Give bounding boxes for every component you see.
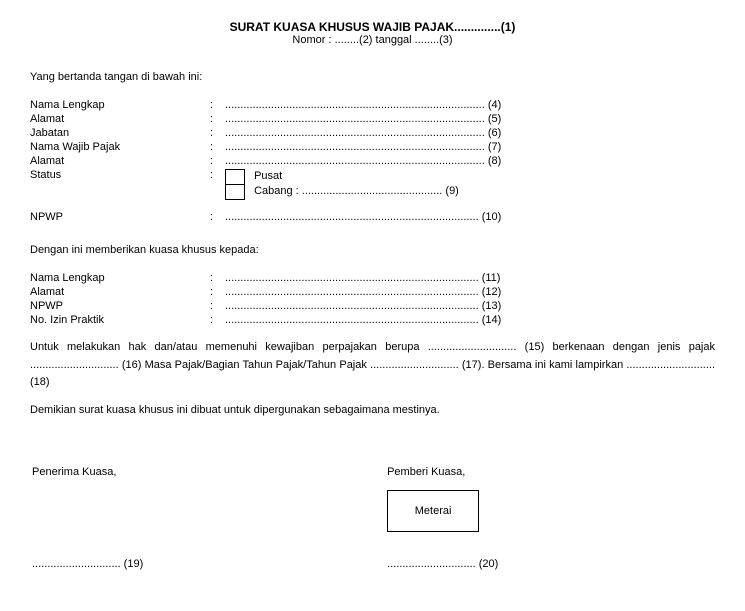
grantor-field-row: Nama Wajib Pajak:.......................… (30, 140, 715, 154)
grantee-field-value: ........................................… (225, 299, 715, 313)
grantee-field-value: ........................................… (225, 271, 715, 285)
grantee-field-row: NPWP:...................................… (30, 299, 715, 313)
checkbox-pusat[interactable] (225, 169, 245, 185)
grantor-field-label: Alamat (30, 154, 210, 168)
giver-title: Pemberi Kuasa, (387, 466, 713, 478)
grantee-field-row: Alamat:.................................… (30, 285, 715, 299)
grantor-field-value: ........................................… (225, 98, 715, 112)
grantor-field-value: ........................................… (225, 140, 715, 154)
grantor-field-row: Jabatan:................................… (30, 126, 715, 140)
grantee-fields-table: Nama Lengkap:...........................… (30, 271, 715, 327)
grantor-fields-table: Nama Lengkap:...........................… (30, 98, 715, 224)
grantor-field-row: Alamat:.................................… (30, 112, 715, 126)
intro-text: Yang bertanda tangan di bawah ini: (30, 71, 715, 83)
grantee-field-label: Nama Lengkap (30, 271, 210, 285)
status-pusat-label: Pusat (254, 169, 459, 184)
grantor-field-value: ........................................… (225, 126, 715, 140)
grantor-field-value: ........................................… (225, 154, 715, 168)
receiver-title: Penerima Kuasa, (32, 466, 385, 478)
grantor-field-label: Jabatan (30, 126, 210, 140)
receiver-signature-line: ............................. (19) (32, 558, 385, 570)
grantee-field-row: No. Izin Praktik:.......................… (30, 313, 715, 327)
giver-signature-line: ............................. (20) (387, 558, 713, 570)
npwp-value: ........................................… (225, 210, 715, 224)
grantor-field-row: Nama Lengkap:...........................… (30, 98, 715, 112)
status-checkbox-stack (225, 169, 245, 199)
grantor-field-row: Alamat:.................................… (30, 154, 715, 168)
grantor-field-label: Nama Wajib Pajak (30, 140, 210, 154)
grantor-field-label: Alamat (30, 112, 210, 126)
meterai-box: Meterai (387, 490, 479, 532)
grantor-field-value: ........................................… (225, 112, 715, 126)
signature-block: Penerima Kuasa, Pemberi Kuasa, Meterai .… (30, 464, 715, 572)
grantee-field-row: Nama Lengkap:...........................… (30, 271, 715, 285)
title-block: SURAT KUASA KHUSUS WAJIB PAJAK..........… (30, 20, 715, 46)
grantee-field-label: Alamat (30, 285, 210, 299)
status-label: Status (30, 168, 210, 200)
body-paragraph: Untuk melakukan hak dan/atau memenuhi ke… (30, 339, 715, 392)
grantee-field-value: ........................................… (225, 313, 715, 327)
grant-text: Dengan ini memberikan kuasa khusus kepad… (30, 244, 715, 256)
status-row: Status : Pusat Cabang : ................… (30, 168, 715, 200)
grantee-field-label: No. Izin Praktik (30, 313, 210, 327)
closing-text: Demikian surat kuasa khusus ini dibuat u… (30, 402, 715, 420)
grantee-field-label: NPWP (30, 299, 210, 313)
grantee-field-value: ........................................… (225, 285, 715, 299)
npwp-label: NPWP (30, 210, 210, 224)
grantor-field-label: Nama Lengkap (30, 98, 210, 112)
document-title: SURAT KUASA KHUSUS WAJIB PAJAK..........… (30, 20, 715, 34)
npwp-row: NPWP : .................................… (30, 210, 715, 224)
document-subtitle: Nomor : ........(2) tanggal ........(3) (30, 34, 715, 46)
checkbox-cabang[interactable] (225, 184, 245, 200)
status-cabang-label: Cabang : ...............................… (254, 184, 459, 199)
